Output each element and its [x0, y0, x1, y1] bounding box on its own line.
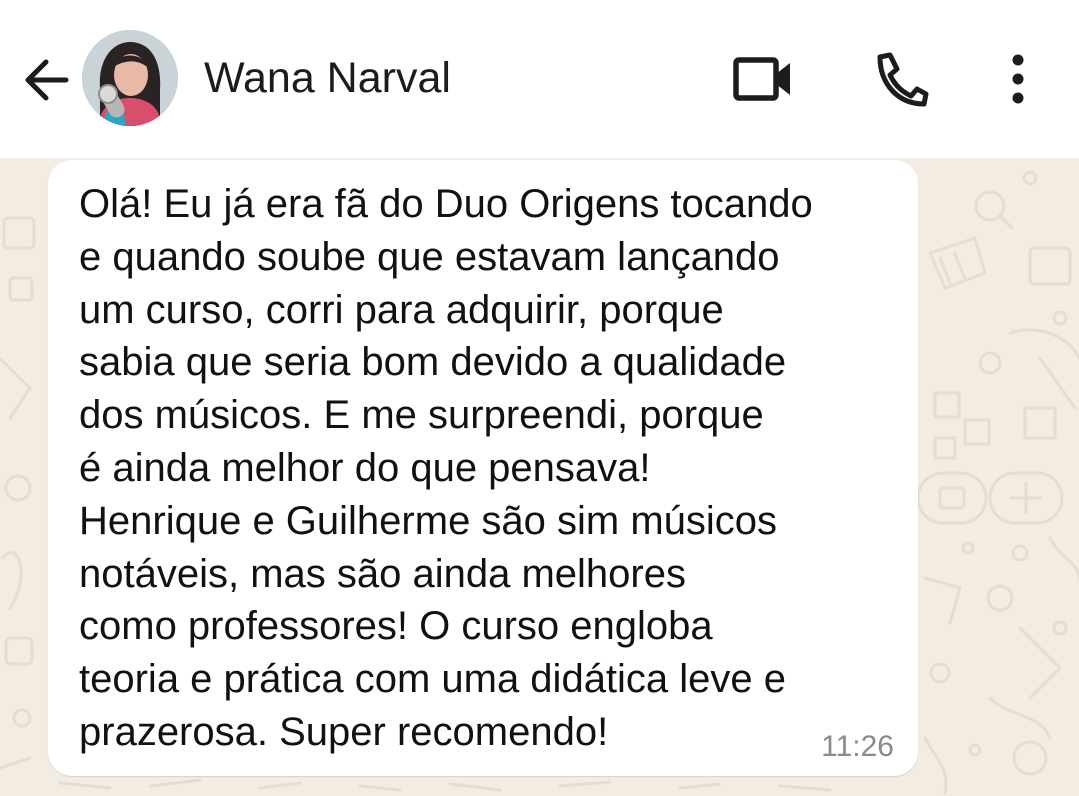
message-line: é ainda melhor do que pensava!	[79, 445, 651, 490]
message-line: dos músicos. E me surpreendi, porque	[79, 393, 764, 438]
message-line: sabia que seria bom devido a qualidade	[79, 340, 787, 385]
message-line: notáveis, mas são ainda melhores	[79, 551, 686, 596]
contact-name[interactable]: Wana Narval	[204, 52, 451, 104]
message-line: um curso, corri para adquirir, porque	[79, 287, 724, 332]
message-line: prazerosa. Super recomendo!	[79, 709, 609, 754]
voice-call-button[interactable]	[868, 48, 932, 110]
phone-icon	[877, 52, 929, 107]
more-vertical-icon	[1012, 54, 1024, 104]
message-line: teoria e prática com uma didática leve e	[79, 657, 787, 702]
message-line: Henrique e Guilherme são sim músicos	[79, 498, 778, 543]
video-call-button[interactable]	[728, 50, 798, 108]
chat-area[interactable]: Olá! Eu já era fã do Duo Origens tocando…	[0, 158, 1079, 796]
message-line: Olá! Eu já era fã do Duo Origens tocando	[79, 182, 813, 226]
avatar[interactable]	[82, 30, 178, 126]
more-options-button[interactable]	[996, 50, 1040, 108]
message-text: Olá! Eu já era fã do Duo Origens tocando…	[79, 178, 899, 759]
profile-photo	[82, 30, 178, 126]
video-camera-icon	[733, 57, 790, 101]
message-timestamp: 11:26	[821, 730, 894, 763]
back-button[interactable]	[18, 52, 74, 108]
arrow-left-icon	[25, 59, 69, 101]
message-bubble[interactable]: Olá! Eu já era fã do Duo Origens tocando…	[48, 160, 918, 776]
chat-header: Wana Narval	[0, 0, 1079, 158]
message-line: e quando soube que estavam lançando	[79, 234, 780, 279]
message-line: como professores! O curso engloba	[79, 604, 713, 649]
